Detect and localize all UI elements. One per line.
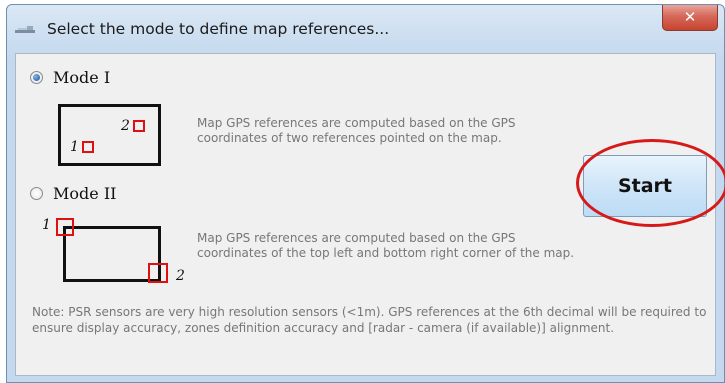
close-button[interactable]: ✕ [662,5,718,31]
mode-2-ref-1-marker [56,218,74,236]
mode-2-option[interactable]: Mode II [30,184,116,203]
close-icon: ✕ [683,8,697,26]
radio-checked-icon[interactable] [30,71,43,84]
window-title: Select the mode to define map references… [47,20,390,38]
mode-1-ref-1-label: 1 [70,139,79,155]
dialog-window: Select the mode to define map references… [6,4,725,383]
map-app-icon [15,26,35,33]
mode-1-diagram [58,104,161,166]
dialog-content: Mode I 1 2 Map GPS references are comput… [15,53,725,376]
resolution-note: Note: PSR sensors are very high resoluti… [32,305,707,335]
start-button[interactable]: Start [583,155,707,217]
radio-unchecked-icon[interactable] [30,187,43,200]
mode-2-ref-2-label: 2 [176,268,185,284]
mode-2-ref-2-marker [148,263,168,283]
mode-1-label: Mode I [53,68,111,87]
mode-1-ref-2-label: 2 [121,118,130,134]
mode-1-ref-2-marker [133,120,145,132]
mode-2-ref-1-label: 1 [42,217,51,233]
title-bar[interactable]: Select the mode to define map references… [7,5,724,53]
mode-1-ref-1-marker [82,141,94,153]
mode-1-option[interactable]: Mode I [30,68,110,87]
mode-1-description: Map GPS references are computed based on… [197,116,516,145]
mode-2-description: Map GPS references are computed based on… [197,231,575,260]
mode-2-label: Mode II [53,184,117,203]
mode-2-diagram [63,226,161,282]
